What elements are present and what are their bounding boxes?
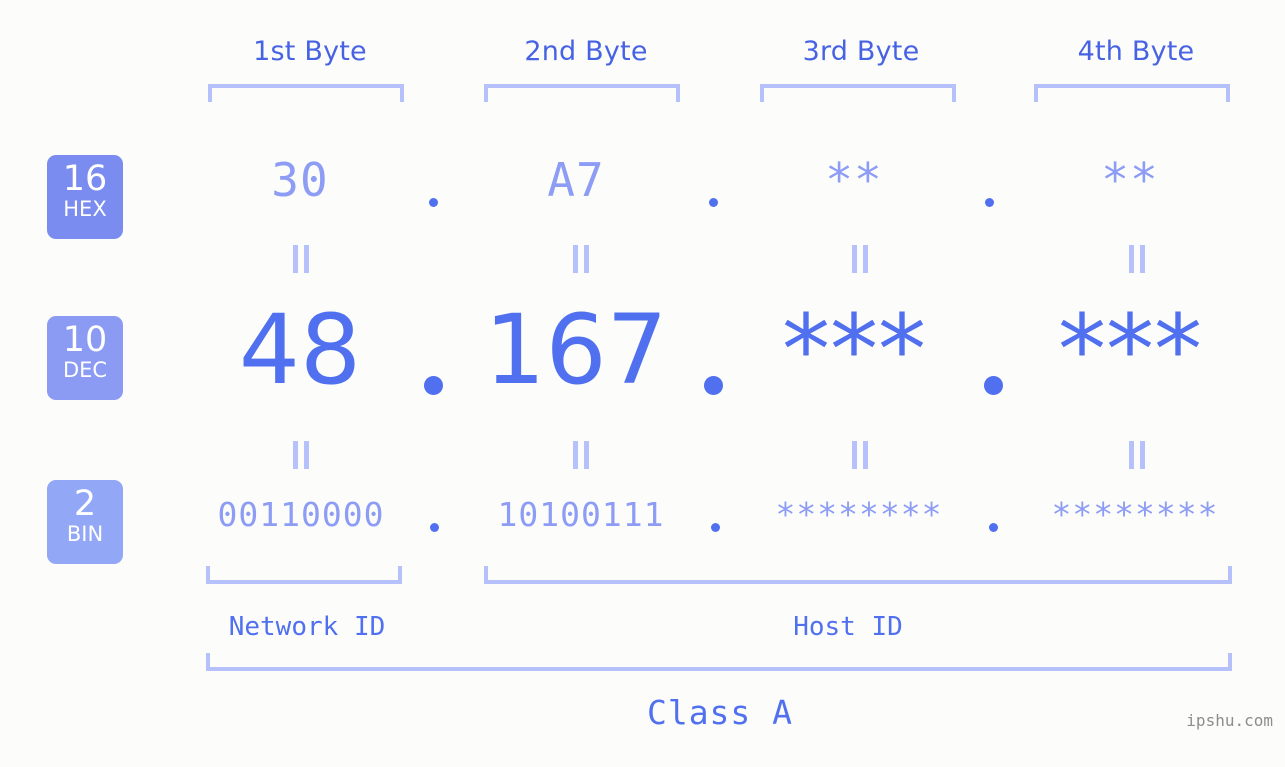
bin-byte-3-value: ******** (775, 495, 943, 534)
base-badge-hex: 16 HEX (47, 155, 123, 239)
hex-separator-dot-3 (985, 198, 994, 207)
byte-bracket-top-1 (208, 84, 404, 102)
byte-header-2: 2nd Byte (524, 36, 648, 67)
dec-byte-4-value: *** (1058, 294, 1202, 406)
hex-byte-2-value: A7 (547, 153, 605, 207)
bin-byte-1-value: 00110000 (217, 495, 385, 534)
byte-header-4: 4th Byte (1077, 36, 1195, 67)
base-badge-dec: 10 DEC (47, 316, 123, 400)
network-id-label: Network ID (228, 612, 386, 642)
equality-mark-hex-dec-2 (572, 245, 590, 273)
dec-separator-dot-1 (424, 376, 443, 395)
equality-mark-dec-bin-3 (851, 441, 869, 469)
dec-separator-dot-3 (984, 376, 1003, 395)
base-badge-hex-abbr: HEX (63, 197, 107, 221)
hex-byte-4-value: ** (1101, 153, 1159, 207)
host-id-bracket (484, 566, 1232, 584)
equality-mark-dec-bin-4 (1128, 441, 1146, 469)
dec-separator-dot-2 (704, 376, 723, 395)
bin-byte-4-value: ******** (1051, 495, 1219, 534)
bin-separator-dot-2 (711, 523, 720, 532)
base-badge-bin: 2 BIN (47, 480, 123, 564)
class-label: Class A (646, 693, 794, 732)
bin-separator-dot-1 (430, 523, 439, 532)
byte-bracket-top-2 (484, 84, 680, 102)
network-id-bracket (206, 566, 402, 584)
base-badge-dec-abbr: DEC (62, 358, 108, 382)
byte-bracket-top-4 (1034, 84, 1230, 102)
dec-byte-3-value: *** (782, 294, 926, 406)
ip-address-breakdown-diagram: 1st Byte 2nd Byte 3rd Byte 4th Byte 16 H… (0, 0, 1285, 767)
equality-mark-hex-dec-1 (292, 245, 310, 273)
byte-header-3: 3rd Byte (802, 36, 920, 67)
hex-separator-dot-1 (429, 198, 438, 207)
site-watermark: ipshu.com (1186, 711, 1273, 730)
hex-byte-1-value: 30 (271, 153, 329, 207)
dec-byte-1-value: 48 (238, 294, 362, 406)
byte-bracket-top-3 (760, 84, 956, 102)
equality-mark-hex-dec-3 (851, 245, 869, 273)
class-bracket (206, 653, 1232, 671)
base-badge-bin-number: 2 (73, 484, 97, 524)
equality-mark-hex-dec-4 (1128, 245, 1146, 273)
dec-byte-2-value: 167 (484, 294, 668, 406)
equality-mark-dec-bin-2 (572, 441, 590, 469)
bin-separator-dot-3 (989, 523, 998, 532)
host-id-label: Host ID (793, 612, 903, 642)
byte-header-1: 1st Byte (253, 36, 367, 67)
hex-separator-dot-2 (709, 198, 718, 207)
base-badge-dec-number: 10 (62, 320, 108, 360)
base-badge-hex-number: 16 (62, 159, 108, 199)
bin-byte-2-value: 10100111 (497, 495, 665, 534)
base-badge-bin-abbr: BIN (66, 522, 104, 546)
equality-mark-dec-bin-1 (292, 441, 310, 469)
hex-byte-3-value: ** (825, 153, 883, 207)
